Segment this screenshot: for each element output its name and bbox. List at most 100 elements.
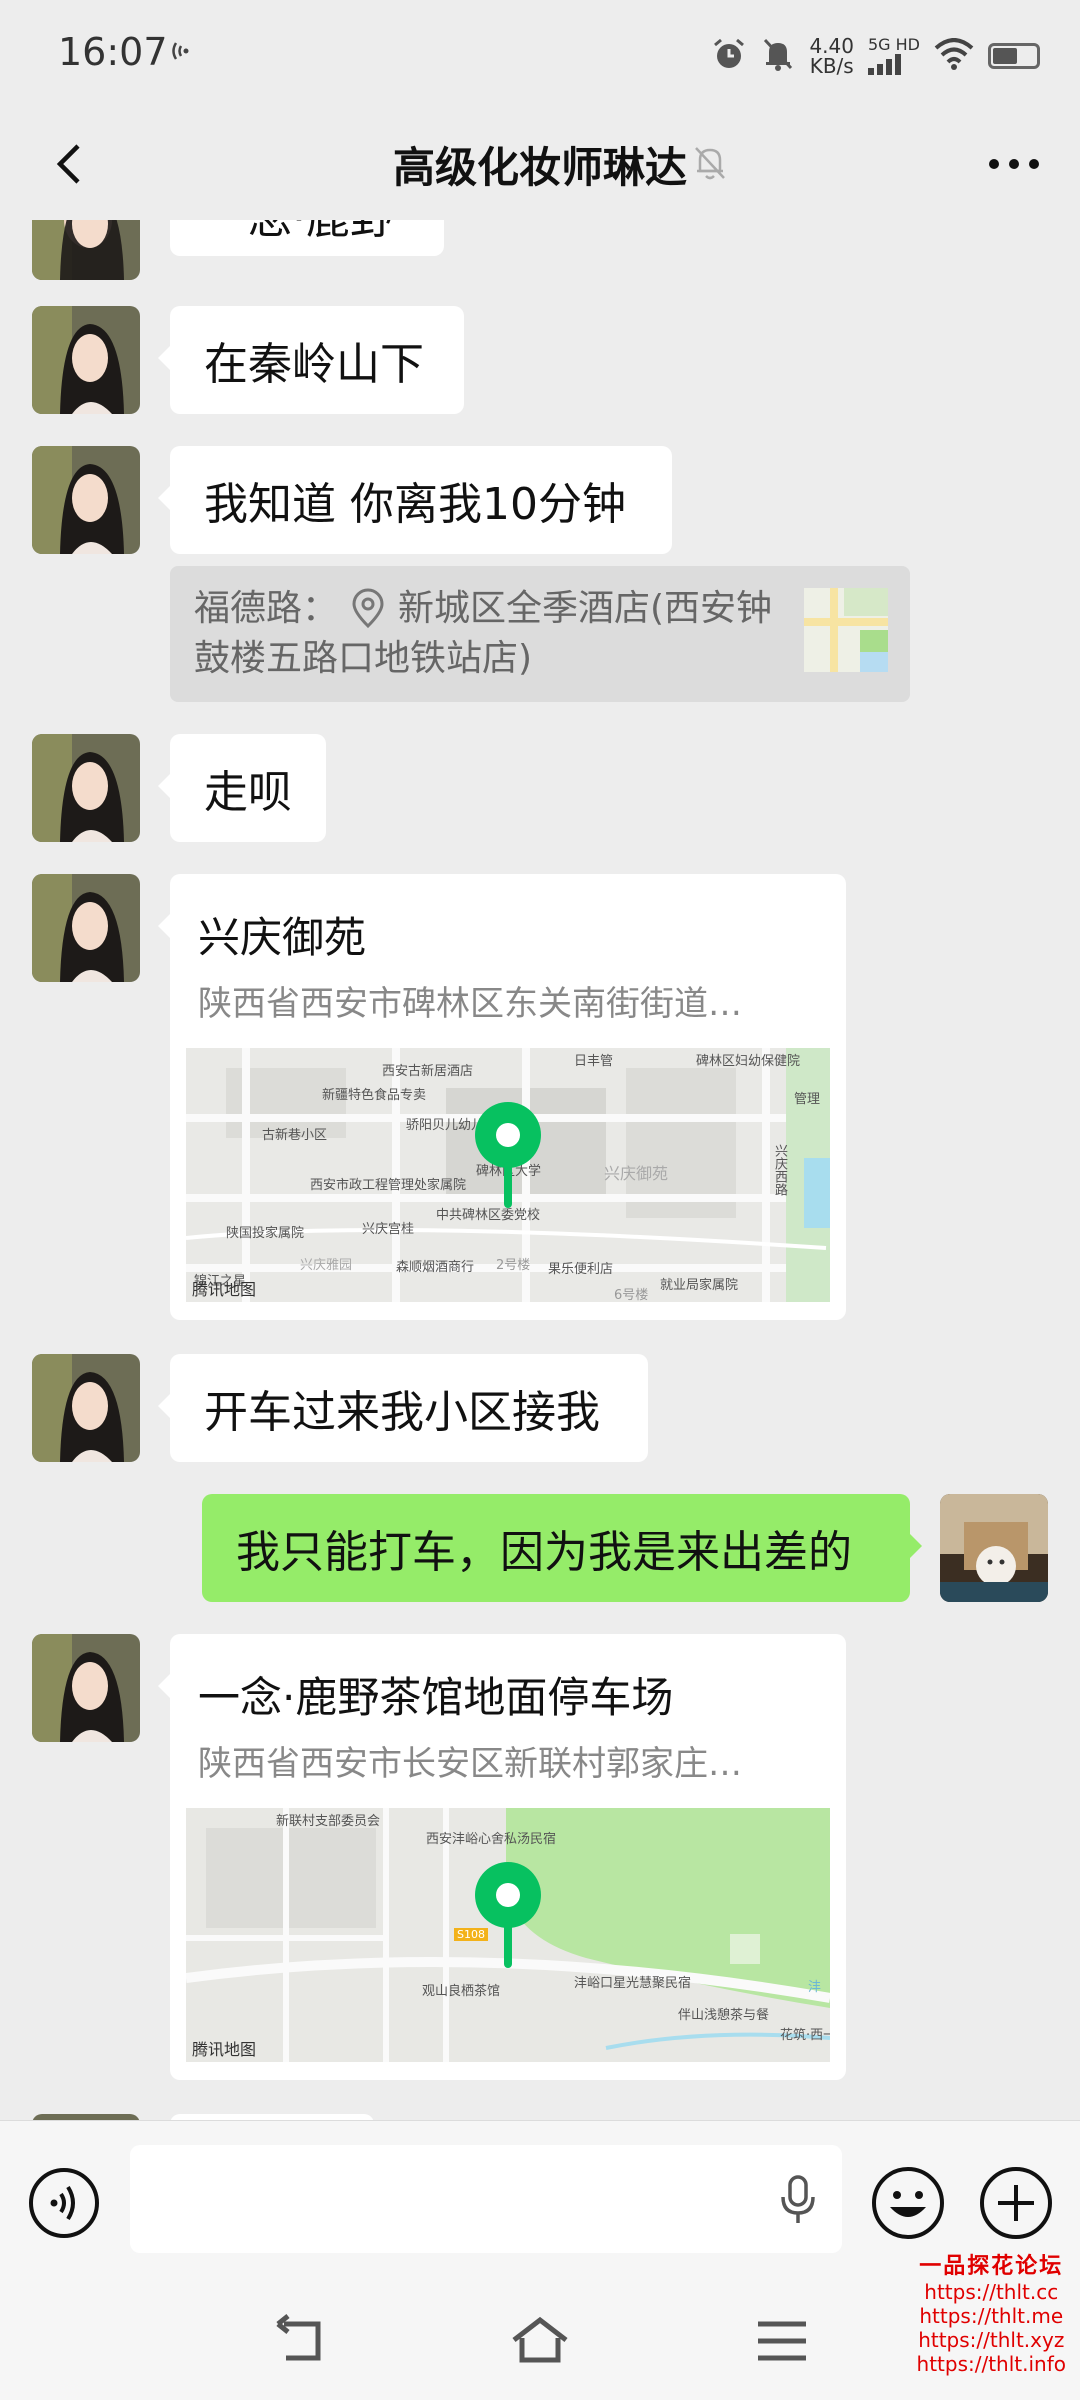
alarm-icon [711, 36, 747, 76]
message-bubble[interactable]: 开车过来我小区接我 [170, 1354, 648, 1462]
message-bubble[interactable]: 走呗 [170, 734, 326, 842]
location-map[interactable]: 西安古新居酒店 日丰管 碑林区妇幼保健院 新疆特色食品专卖 古新巷小区 骄阳贝儿… [186, 1048, 830, 1302]
map-poi-label: 兴庆宫桂 [362, 1222, 415, 1237]
location-map[interactable]: 新联村支部委员会 西安沣峪心舍私汤民宿 S108 观山良栖茶馆 沣峪口星光慧聚民… [186, 1808, 830, 2062]
watermark-url: https://thlt.cc [924, 2280, 1059, 2304]
back-arrow-icon [276, 2314, 321, 2361]
contact-avatar[interactable] [32, 734, 140, 842]
voice-mode-button[interactable] [28, 2167, 100, 2239]
system-menu-button[interactable] [752, 2314, 812, 2368]
wifi-icon [934, 38, 974, 74]
smiley-icon [872, 2167, 944, 2239]
home-icon [512, 2316, 568, 2363]
bubble-tail [158, 486, 170, 510]
voice-icon [29, 2168, 99, 2238]
contact-avatar[interactable] [32, 446, 140, 554]
map-poi-label: 日丰管 [574, 1054, 614, 1069]
map-poi-label: 碑林区妇幼保健院 [696, 1054, 801, 1069]
net-speed-unit: KB/s [809, 54, 854, 78]
chat-header: 高级化妆师琳达 [0, 110, 1080, 220]
map-poi-label: 古新巷小区 [262, 1128, 328, 1143]
menu-icon [758, 2321, 806, 2361]
map-poi-label: 果乐便利店 [548, 1262, 614, 1277]
quote-label: 福德路： [194, 588, 339, 629]
map-poi-label: 新联村支部委员会 [276, 1814, 381, 1829]
message-text: 开车过来我小区接我 [204, 1387, 600, 1438]
map-thumbnail-icon [804, 588, 888, 672]
nfc-icon [170, 38, 196, 71]
map-poi-label: 管理 [794, 1092, 821, 1107]
map-poi-label: 花筑·西一山茶 [780, 2028, 830, 2043]
map-poi-label: 沣峪口星光慧聚民宿 [574, 1976, 692, 1991]
message-text: 一念·鹿野 [204, 220, 394, 246]
more-actions-button[interactable] [978, 2165, 1054, 2241]
location-card[interactable]: 兴庆御苑 陕西省西安市碑林区东关南街街道… 西安古新居酒店 日丰管 碑林区妇幼保… [170, 874, 846, 1320]
contact-avatar[interactable] [32, 220, 140, 280]
quote-text-2: 鼓楼五路口地铁站店) [194, 638, 533, 679]
contact-avatar[interactable] [32, 874, 140, 982]
net-speed: 4.40 KB/s [809, 36, 854, 76]
more-options-button[interactable] [984, 142, 1044, 186]
bubble-tail [158, 346, 170, 370]
status-icons: 4.40 KB/s 5G HD [711, 34, 1040, 78]
watermark-url: https://thlt.me [919, 2304, 1064, 2328]
map-poi-label: 兴庆西路 [772, 1144, 787, 1196]
message-list[interactable]: 一念·鹿野 在秦岭山下 我知道 你离我10分钟 福德路： 新城区全季酒店(西安钟… [0, 220, 1080, 2120]
map-poi-label: 森顺烟酒商行 [396, 1260, 475, 1275]
bubble-tail [158, 1394, 170, 1418]
location-card[interactable]: 一念·鹿野茶馆地面停车场 陕西省西安市长安区新联村郭家庄… 新联村支部委员会 西… [170, 1634, 846, 2080]
message-bubble-self[interactable]: 我只能打车，因为我是来出差的 [202, 1494, 910, 1602]
mic-icon[interactable] [778, 2175, 818, 2225]
signal-block: 5G HD [867, 35, 920, 75]
ellipsis-icon [989, 159, 1039, 169]
bubble-tail [158, 1674, 170, 1698]
message-text: 我知道 你离我10分钟 [204, 479, 626, 530]
message-bubble[interactable]: 在秦岭山下 [170, 306, 464, 414]
map-pin-icon [475, 1862, 541, 1968]
location-title: 一念·鹿野茶馆地面停车场 [198, 1673, 674, 1722]
map-poi-label: 2号楼 [496, 1258, 531, 1273]
my-avatar[interactable] [940, 1494, 1048, 1602]
contact-avatar[interactable] [32, 1354, 140, 1462]
message-text: 在秦岭山下 [204, 339, 424, 390]
message-bubble[interactable]: 我知道 你离我10分钟 [170, 446, 672, 554]
chat-title: 高级化妆师琳达 [0, 134, 1080, 195]
watermark-title: 一品探花论坛 [919, 2254, 1064, 2279]
quote-line-1: 福德路： 新城区全季酒店(西安钟 [194, 584, 800, 634]
net-speed-value: 4.40 [809, 34, 854, 58]
location-address: 陕西省西安市长安区新联村郭家庄… [198, 1744, 742, 1784]
map-poi-label: 6号楼 [614, 1288, 649, 1302]
mute-bell-icon [761, 36, 795, 76]
map-credit: 腾讯地图 [192, 2040, 257, 2059]
map-poi-label: 新疆特色食品专卖 [322, 1088, 427, 1103]
map-poi-label: 伴山浅憩茶与餐 [678, 2008, 770, 2023]
location-title: 兴庆御苑 [198, 913, 367, 962]
map-poi-label: 兴庆御苑 [604, 1164, 669, 1183]
system-home-button[interactable] [510, 2314, 570, 2368]
map-poi-label: 兴庆雅园 [300, 1258, 353, 1273]
status-time: 16:07 [58, 30, 168, 74]
message-bubble-partial[interactable]: 一念·鹿野 [170, 220, 444, 256]
bubble-tail [910, 1534, 922, 1558]
net-type: 5G HD [867, 35, 920, 54]
message-input[interactable] [130, 2145, 842, 2253]
chat-title-text: 高级化妆师琳达 [392, 143, 687, 192]
map-pin-icon [475, 1102, 541, 1208]
quoted-message[interactable]: 福德路： 新城区全季酒店(西安钟 鼓楼五路口地铁站店) [170, 566, 910, 702]
battery-icon [988, 43, 1040, 69]
contact-avatar[interactable] [32, 306, 140, 414]
message-text: 走呗 [204, 767, 292, 818]
map-poi-label: 观山良栖茶馆 [422, 1984, 501, 1999]
map-poi-label: 西安市政工程管理处家属院 [310, 1178, 467, 1193]
contact-avatar[interactable] [32, 1634, 140, 1742]
map-poi-label: 西安沣峪心舍私汤民宿 [426, 1832, 557, 1847]
system-back-button[interactable] [270, 2314, 330, 2368]
watermark: 一品探花论坛 https://thlt.cc https://thlt.me h… [917, 2248, 1066, 2376]
map-poi-label: 陕国投家属院 [226, 1226, 305, 1241]
watermark-url: https://thlt.info [916, 2352, 1066, 2376]
plus-icon [980, 2167, 1052, 2239]
watermark-url: https://thlt.xyz [918, 2328, 1065, 2352]
emoji-button[interactable] [870, 2165, 946, 2241]
message-text: 我只能打车，因为我是来出差的 [236, 1527, 852, 1578]
location-pin-icon [352, 588, 384, 629]
